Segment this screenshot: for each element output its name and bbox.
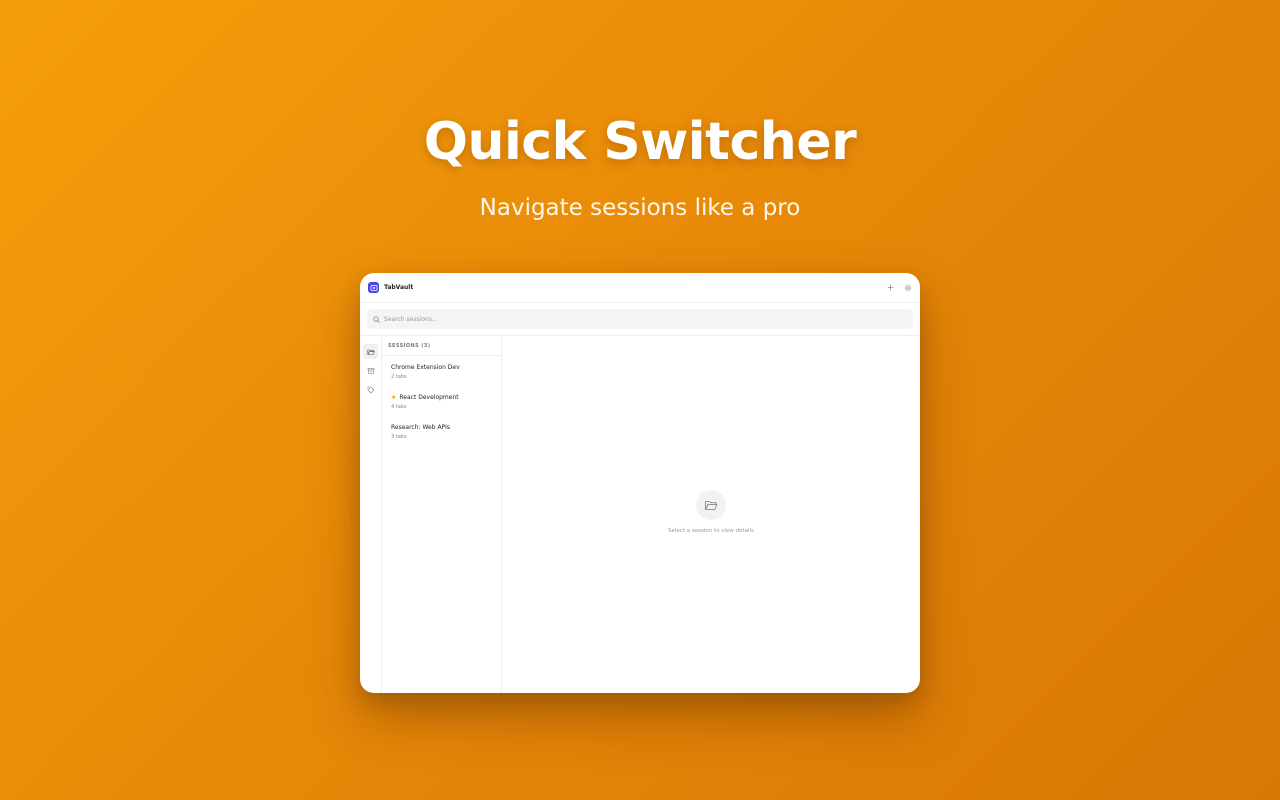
session-title-text: React Development bbox=[399, 394, 459, 401]
plus-icon bbox=[887, 284, 894, 291]
gear-icon bbox=[904, 284, 911, 291]
session-item[interactable]: Chrome Extension Dev 2 tabs bbox=[382, 356, 501, 386]
session-tab-count: 4 tabs bbox=[391, 404, 407, 410]
new-session-button[interactable] bbox=[886, 283, 895, 292]
tag-icon bbox=[367, 386, 374, 393]
session-title: Chrome Extension Dev bbox=[391, 364, 492, 371]
session-list-panel: SESSIONS (3) Chrome Extension Dev 2 tabs… bbox=[382, 336, 502, 693]
settings-button[interactable] bbox=[903, 283, 912, 292]
app-header: TabVault bbox=[360, 273, 920, 303]
folder-open-icon bbox=[367, 349, 375, 355]
empty-state-text: Select a session to view details bbox=[668, 528, 754, 534]
header-actions bbox=[886, 283, 912, 292]
star-icon: ★ bbox=[391, 394, 397, 401]
hero-title: Quick Switcher bbox=[423, 112, 857, 172]
vault-icon bbox=[368, 282, 379, 293]
rail-tags-button[interactable] bbox=[363, 382, 378, 397]
session-tab-count: 3 tabs bbox=[391, 434, 407, 440]
search-icon bbox=[373, 315, 380, 323]
app-window: TabVault SESSIO bbox=[360, 273, 920, 693]
rail-archive-button[interactable] bbox=[363, 363, 378, 378]
search-bar bbox=[360, 303, 920, 336]
search-input[interactable] bbox=[384, 315, 884, 323]
session-title-text: Chrome Extension Dev bbox=[391, 364, 460, 371]
search-box[interactable] bbox=[367, 309, 913, 329]
session-item[interactable]: Research: Web APIs 3 tabs bbox=[382, 416, 501, 446]
app-name: TabVault bbox=[384, 284, 414, 291]
session-item[interactable]: ★ React Development 4 tabs bbox=[382, 386, 501, 416]
archive-icon bbox=[367, 367, 374, 374]
session-detail-panel: Select a session to view details bbox=[502, 336, 920, 693]
app-body: SESSIONS (3) Chrome Extension Dev 2 tabs… bbox=[360, 336, 920, 693]
nav-rail bbox=[360, 336, 382, 693]
session-title: Research: Web APIs bbox=[391, 424, 492, 431]
empty-state: Select a session to view details bbox=[502, 490, 920, 534]
sessions-header: SESSIONS (3) bbox=[382, 336, 501, 356]
hero-subtitle: Navigate sessions like a pro bbox=[479, 195, 801, 221]
folder-open-icon bbox=[696, 490, 726, 520]
session-title-text: Research: Web APIs bbox=[391, 424, 451, 431]
rail-sessions-button[interactable] bbox=[363, 344, 378, 359]
session-tab-count: 2 tabs bbox=[391, 374, 407, 380]
session-title: ★ React Development bbox=[391, 394, 492, 401]
